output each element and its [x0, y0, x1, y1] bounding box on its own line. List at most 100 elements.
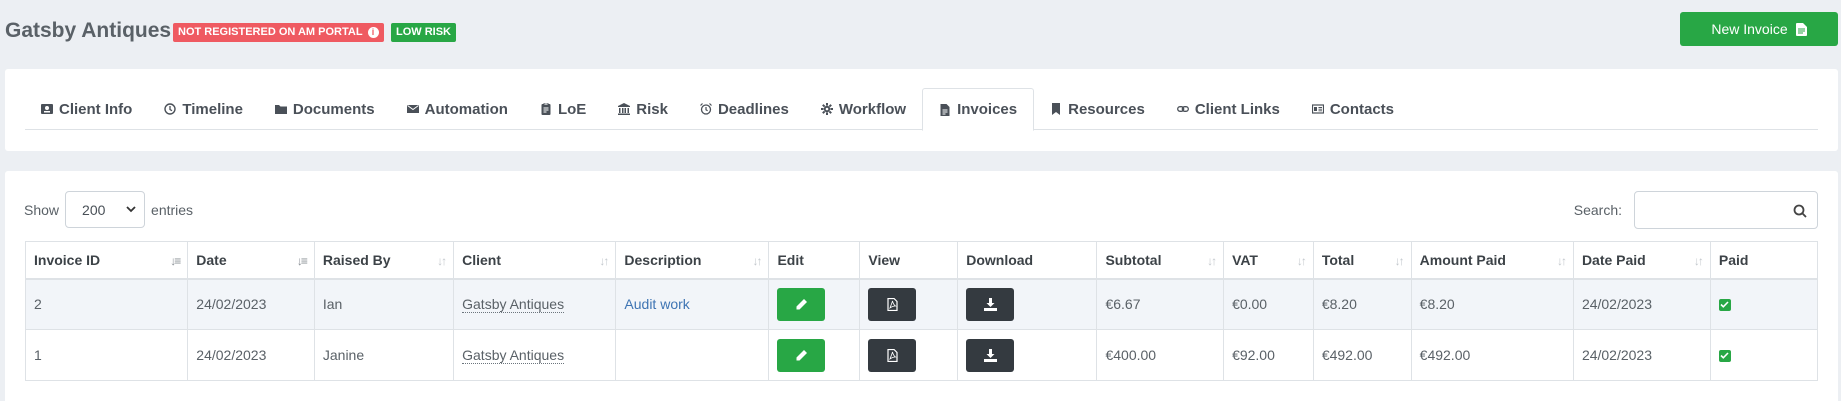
column-header-vat[interactable]: VAT ↓↑: [1223, 241, 1314, 280]
folder-icon: [274, 105, 287, 114]
registration-status-label: NOT REGISTERED ON AM PORTAL: [178, 26, 363, 38]
info-icon[interactable]: i: [367, 27, 379, 38]
clock-icon: [164, 103, 177, 115]
client-link[interactable]: Gatsby Antiques: [462, 296, 565, 314]
view-pdf-button[interactable]: [868, 287, 917, 321]
table-header-row: Invoice ID ↓≡ Date ↓≡ Raised By ↓↑ Client ↓↑…: [24, 241, 1819, 280]
risk-badge: LOW RISK: [391, 23, 456, 42]
column-header-view: View: [859, 241, 959, 280]
sort-desc-icon: ↓≡: [296, 254, 308, 268]
column-header-date-paid[interactable]: Date Paid ↓↑: [1572, 241, 1711, 280]
download-cell: [957, 278, 1098, 330]
column-header-description[interactable]: Description ↓↑: [615, 241, 770, 280]
tab-label: Resources: [1068, 100, 1145, 118]
tab-label: Automation: [424, 100, 508, 118]
column-label: View: [868, 251, 901, 268]
column-label: Subtotal: [1105, 251, 1162, 268]
column-label: VAT: [1232, 251, 1258, 268]
vat-cell: €92.00: [1223, 329, 1314, 381]
column-label: Amount Paid: [1419, 251, 1506, 268]
paid-cell: [1709, 278, 1819, 330]
date-paid-cell: 24/02/2023: [1572, 329, 1711, 381]
entries-value: 200: [82, 201, 106, 218]
paid-cell: [1709, 329, 1819, 381]
tab-label: LoE: [557, 100, 587, 118]
tab-deadlines[interactable]: Deadlines: [684, 88, 805, 130]
tab-risk[interactable]: Risk: [602, 88, 684, 130]
column-header-amount-paid[interactable]: Amount Paid ↓↑: [1410, 241, 1574, 280]
download-icon: [983, 348, 997, 362]
search-label: Search:: [1573, 202, 1622, 218]
column-header-raised-by[interactable]: Raised By ↓↑: [313, 241, 455, 280]
column-header-client[interactable]: Client ↓↑: [453, 241, 617, 280]
download-icon: [983, 297, 997, 311]
amount-paid-cell: €8.20: [1410, 278, 1574, 330]
column-label: Raised By: [322, 251, 391, 268]
subtotal-cell: €400.00: [1096, 329, 1225, 381]
tabs-card: Client Info Timeline Documents Automatio…: [5, 69, 1838, 151]
search-area: Search:: [1574, 191, 1818, 229]
entries-label: entries: [151, 201, 194, 218]
tab-resources[interactable]: Resources: [1034, 88, 1161, 130]
invoice-id-cell: 2: [24, 278, 189, 330]
column-label: Date: [196, 251, 227, 268]
tab-contacts[interactable]: Contacts: [1296, 88, 1410, 130]
bookmark-icon: [1052, 103, 1061, 115]
show-entries-control: Show 200 entries: [24, 191, 193, 228]
client-link[interactable]: Gatsby Antiques: [462, 347, 565, 364]
column-header-total[interactable]: Total ↓↑: [1312, 241, 1412, 280]
search-input[interactable]: [1634, 191, 1818, 229]
edit-button[interactable]: [777, 287, 826, 321]
sort-icon: ↓↑: [1207, 254, 1217, 268]
table-row: 1 24/02/2023 Janine Gatsby Antiques €400…: [24, 329, 1819, 381]
view-cell: [859, 329, 959, 381]
column-header-date[interactable]: Date ↓≡: [187, 241, 315, 280]
column-header-paid: Paid: [1709, 241, 1819, 280]
column-header-subtotal[interactable]: Subtotal ↓↑: [1096, 241, 1225, 280]
pencil-icon: [796, 298, 807, 310]
tab-label: Timeline: [182, 100, 243, 118]
address-card-icon: [41, 104, 53, 114]
sort-icon: ↓↑: [1296, 254, 1307, 268]
table-row: 2 24/02/2023 Ian Gatsby Antiques Audit w…: [24, 278, 1819, 330]
column-header-invoice-id[interactable]: Invoice ID ↓≡: [24, 241, 189, 280]
edit-cell: [768, 329, 861, 381]
clipboard-icon: [541, 103, 551, 115]
tab-timeline[interactable]: Timeline: [148, 88, 259, 130]
search-icon: [1793, 204, 1807, 218]
download-button[interactable]: [966, 287, 1015, 321]
tab-loe[interactable]: LoE: [524, 88, 602, 130]
edit-button[interactable]: [777, 338, 826, 372]
view-pdf-button[interactable]: [868, 338, 917, 372]
download-button[interactable]: [966, 338, 1015, 372]
sort-icon: ↓↑: [1693, 254, 1704, 268]
subtotal-cell: €6.67: [1096, 278, 1225, 330]
file-icon: [940, 103, 950, 116]
column-label: Total: [1321, 251, 1355, 268]
tab-automation[interactable]: Automation: [391, 88, 524, 130]
sort-icon: ↓↑: [599, 254, 609, 268]
tab-client-info[interactable]: Client Info: [25, 88, 148, 130]
description-link[interactable]: Audit work: [624, 296, 689, 312]
column-label: Paid: [1718, 251, 1749, 268]
total-cell: €8.20: [1312, 278, 1412, 330]
gear-icon: [820, 103, 833, 115]
tab-documents[interactable]: Documents: [259, 88, 391, 130]
tab-client-links[interactable]: Client Links: [1161, 88, 1296, 130]
invoice-id-cell: 1: [24, 329, 189, 381]
pencil-icon: [796, 349, 807, 360]
raised-by-cell: Janine: [313, 329, 455, 381]
column-label: Date Paid: [1581, 251, 1646, 268]
sort-icon: ↓↑: [1394, 254, 1405, 268]
new-invoice-button[interactable]: New Invoice: [1680, 12, 1838, 46]
tab-label: Risk: [636, 100, 668, 118]
entries-select[interactable]: 200: [65, 191, 146, 228]
bank-icon: [618, 103, 631, 115]
link-icon: [1176, 106, 1189, 112]
envelope-icon: [406, 105, 419, 113]
tab-workflow[interactable]: Workflow: [805, 88, 922, 130]
tab-invoices[interactable]: Invoices: [922, 88, 1035, 131]
client-cell: Gatsby Antiques: [453, 329, 617, 381]
description-cell: Audit work: [615, 278, 770, 330]
check-icon: [1718, 349, 1731, 362]
